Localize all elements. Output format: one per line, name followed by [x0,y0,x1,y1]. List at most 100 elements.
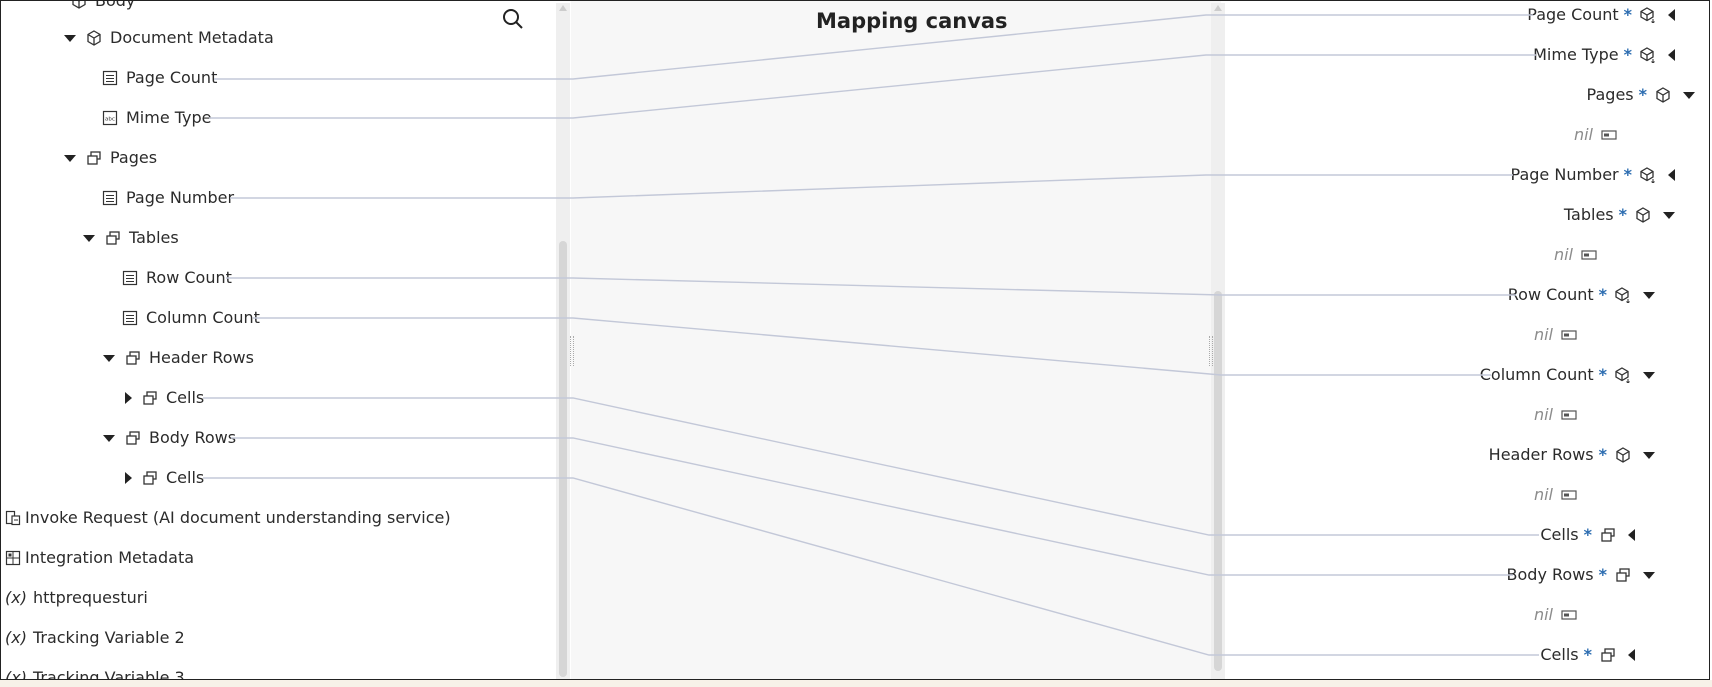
target-scrollbar[interactable] [1211,3,1225,679]
search-icon[interactable] [501,7,525,31]
collection-icon [106,231,120,245]
collapse-icon[interactable] [64,34,76,42]
source-node-body-rows[interactable]: Body Rows [103,425,236,451]
source-node-column-count[interactable]: Column Count [122,305,260,331]
target-node-header-rows[interactable]: Header Rows * [1489,442,1655,468]
expand-icon[interactable] [125,392,132,404]
collapse-icon[interactable] [1643,451,1655,459]
expand-icon[interactable] [1668,9,1675,21]
target-node-column-count-nil[interactable]: nil [1534,402,1577,428]
target-resize-grip[interactable] [1209,336,1213,366]
node-label: Pages [1586,85,1634,104]
source-node-row-count[interactable]: Row Count [122,265,232,291]
scroll-up-arrow[interactable] [1214,5,1222,11]
source-node-integration-metadata[interactable]: Integration Metadata [5,545,194,571]
collapse-icon[interactable] [64,154,76,162]
number-field-icon [102,70,118,86]
source-node-mime-type[interactable]: abc Mime Type [102,105,212,131]
target-node-tables-nil[interactable]: nil [1554,242,1597,268]
source-scroll-thumb[interactable] [559,241,567,677]
target-node-header-rows-nil[interactable]: nil [1534,482,1577,508]
variable-icon: (x) [5,628,27,647]
node-label: Tracking Variable 3 [32,668,185,680]
node-label: Row Count [146,268,232,287]
nil-label: nil [1533,405,1553,424]
source-node-tracking-variable-2[interactable]: (x) Tracking Variable 2 [5,625,185,651]
required-marker: * [1598,565,1607,584]
node-label: Invoke Request (AI document understandin… [25,508,451,527]
target-node-cells-2[interactable]: Cells * [1540,642,1635,668]
collection-icon [87,151,101,165]
nil-label: nil [1533,605,1553,624]
node-label: Cells [166,388,205,407]
target-node-row-count-nil[interactable]: nil [1534,322,1577,348]
source-node-header-cells[interactable]: Cells [125,385,204,411]
node-label: Pages [110,148,158,167]
required-marker: * [1618,205,1627,224]
source-node-page-number[interactable]: Page Number [102,185,234,211]
required-marker: * [1623,5,1632,24]
source-node-page-count[interactable]: Page Count [102,65,217,91]
scroll-up-arrow[interactable] [559,5,567,11]
node-label: Tracking Variable 2 [32,628,185,647]
target-node-body-rows-nil[interactable]: nil [1534,602,1577,628]
source-resize-grip[interactable] [570,336,574,366]
node-label: Header Rows [149,348,254,367]
nil-field-icon [1601,130,1617,140]
source-node-invoke-request[interactable]: Invoke Request (AI document understandin… [5,505,451,531]
collapse-icon[interactable] [1683,91,1695,99]
collapse-icon[interactable] [83,234,95,242]
target-node-mime-type[interactable]: Mime Type * [1533,42,1675,68]
cube-icon [87,30,101,46]
target-node-row-count[interactable]: Row Count * [1508,282,1655,308]
collapse-icon[interactable] [1643,291,1655,299]
nil-field-icon [1561,490,1577,500]
node-label: Page Count [126,68,218,87]
source-node-tables[interactable]: Tables [83,225,179,251]
node-label: Header Rows [1488,445,1594,464]
expand-icon[interactable] [1668,49,1675,61]
required-marker: * [1598,365,1607,384]
cube-arrow-icon [1640,167,1655,183]
collection-icon [126,351,140,365]
target-node-body-rows[interactable]: Body Rows * [1507,562,1655,588]
source-node-body-cells[interactable]: Cells [125,465,204,491]
node-label: Cells [166,468,205,487]
target-node-column-count[interactable]: Column Count * [1480,362,1655,388]
source-node-tracking-variable-3[interactable]: (x) Tracking Variable 3 [5,665,185,680]
collapse-icon[interactable] [103,434,115,442]
source-node-header-rows[interactable]: Header Rows [103,345,254,371]
target-node-cells-1[interactable]: Cells * [1540,522,1635,548]
target-node-page-number[interactable]: Page Number * [1511,162,1675,188]
target-scroll-thumb[interactable] [1214,291,1222,671]
nil-field-icon [1561,330,1577,340]
required-marker: * [1598,445,1607,464]
source-node-document-metadata[interactable]: Document Metadata [64,25,274,51]
node-label: Cells [1540,525,1579,544]
expand-icon[interactable] [1668,169,1675,181]
node-label: httprequesturi [32,588,148,607]
source-scrollbar[interactable] [556,3,570,679]
node-label: Row Count [1507,285,1594,304]
invoke-icon [5,510,21,526]
collapse-icon[interactable] [1663,211,1675,219]
expand-icon[interactable] [1628,649,1635,661]
collection-icon [143,391,157,405]
target-node-page-count[interactable]: Page Count * [1527,2,1675,28]
cube-arrow-icon [1615,287,1630,303]
collapse-icon[interactable] [1643,371,1655,379]
collection-icon [1601,528,1615,542]
expand-icon[interactable] [125,472,132,484]
source-node-body[interactable]: Body [71,1,135,14]
target-node-pages[interactable]: Pages * [1587,82,1695,108]
cube-arrow-icon [1615,367,1630,383]
collapse-icon[interactable] [103,354,115,362]
source-node-pages[interactable]: Pages [64,145,157,171]
nil-label: nil [1553,245,1573,264]
collapse-icon[interactable] [1643,571,1655,579]
target-node-tables[interactable]: Tables * [1564,202,1675,228]
target-node-pages-nil[interactable]: nil [1574,122,1617,148]
node-label: Column Count [1479,365,1594,384]
source-node-httprequesturi[interactable]: (x) httprequesturi [5,585,148,611]
expand-icon[interactable] [1628,529,1635,541]
